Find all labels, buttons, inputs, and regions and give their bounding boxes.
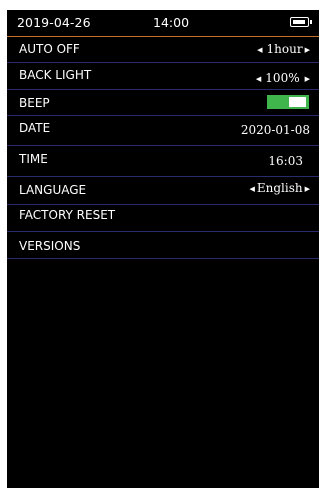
time-value[interactable]: 16:03: [268, 154, 303, 168]
right-arrow-icon[interactable]: ▶: [305, 185, 310, 193]
language-value: English: [256, 181, 303, 195]
battery-icon: [290, 17, 312, 27]
setting-label: FACTORY RESET: [19, 208, 116, 222]
battery-level: [293, 19, 305, 24]
setting-label: LANGUAGE: [19, 183, 87, 197]
setting-label: TIME: [19, 152, 48, 166]
settings-screen: 2019-04-26 14:00 AUTO OFF ◀ 1hour ▶ BACK L…: [7, 10, 319, 488]
setting-backlight[interactable]: BACK LIGHT ◀ 100% ▶: [7, 63, 319, 90]
setting-label: BEEP: [19, 96, 50, 110]
setting-label: VERSIONS: [19, 239, 81, 253]
right-arrow-icon[interactable]: ▶: [305, 46, 310, 54]
battery-tip: [310, 20, 312, 24]
setting-auto-off[interactable]: AUTO OFF ◀ 1hour ▶: [7, 37, 319, 63]
setting-factory-reset[interactable]: FACTORY RESET: [7, 205, 319, 232]
status-date: 2019-04-26: [17, 15, 91, 30]
right-arrow-icon[interactable]: ▶: [305, 75, 310, 83]
beep-toggle[interactable]: [267, 95, 309, 109]
status-bar: 2019-04-26 14:00: [7, 10, 319, 37]
setting-language[interactable]: LANGUAGE ◀ English ▶: [7, 177, 319, 205]
setting-time[interactable]: TIME 16:03: [7, 146, 319, 177]
date-value[interactable]: 2020-01-08: [241, 123, 310, 137]
auto-off-value: 1hour: [266, 42, 303, 56]
setting-date[interactable]: DATE 2020-01-08: [7, 116, 319, 146]
setting-value-selector[interactable]: ◀ 1hour ▶: [257, 42, 310, 56]
setting-versions[interactable]: VERSIONS: [7, 232, 319, 259]
setting-label: DATE: [19, 121, 51, 135]
setting-label: AUTO OFF: [19, 42, 80, 56]
status-time: 14:00: [153, 15, 190, 30]
setting-label: BACK LIGHT: [19, 68, 92, 82]
left-arrow-icon[interactable]: ◀: [257, 46, 262, 54]
setting-value-selector[interactable]: ◀ English ▶: [249, 181, 310, 195]
setting-value-selector[interactable]: ◀ 100% ▶: [256, 71, 310, 85]
left-arrow-icon[interactable]: ◀: [249, 185, 254, 193]
setting-beep[interactable]: BEEP: [7, 90, 319, 116]
left-arrow-icon[interactable]: ◀: [256, 75, 261, 83]
toggle-knob: [289, 97, 306, 107]
backlight-value: 100%: [265, 71, 300, 85]
